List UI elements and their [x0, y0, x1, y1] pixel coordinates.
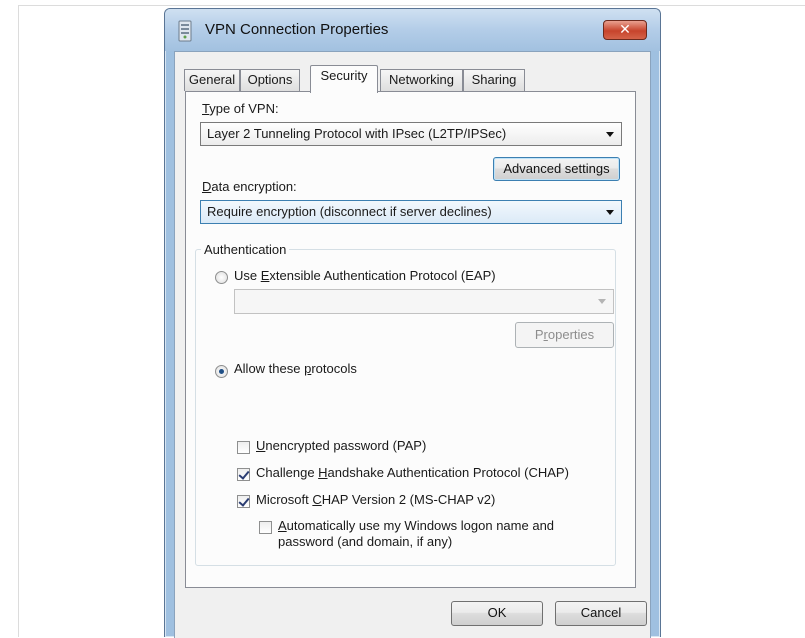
data-encryption-select[interactable]: Require encryption (disconnect if server…: [200, 200, 622, 224]
vpn-connection-icon: [178, 20, 192, 42]
dialog-client-area: General Options Security Networking Shar…: [174, 51, 651, 638]
data-encryption-label: Data encryption:: [202, 179, 297, 194]
ms-chap-v2-label[interactable]: Microsoft CHAP Version 2 (MS-CHAP v2): [256, 492, 495, 507]
tab-networking[interactable]: Networking: [380, 69, 463, 91]
radio-selected-dot: [219, 369, 224, 374]
pap-label[interactable]: Unencrypted password (PAP): [256, 438, 426, 453]
dialog-title: VPN Connection Properties: [205, 21, 389, 38]
advanced-settings-button[interactable]: Advanced settings: [493, 157, 620, 181]
checkmark-icon: [238, 495, 250, 507]
screenshot-border-top: [18, 5, 805, 6]
pap-checkbox[interactable]: [237, 441, 250, 454]
authentication-group-title: Authentication: [201, 242, 290, 257]
eap-option-label[interactable]: Use Extensible Authentication Protocol (…: [234, 268, 496, 283]
cancel-button[interactable]: Cancel: [555, 601, 647, 626]
chevron-down-icon: [606, 210, 614, 215]
auto-logon-checkbox[interactable]: [259, 521, 272, 534]
checkmark-icon: [238, 468, 250, 480]
tab-options[interactable]: Options: [240, 69, 300, 91]
chap-label[interactable]: Challenge Handshake Authentication Proto…: [256, 465, 569, 480]
close-button[interactable]: ✕: [603, 20, 647, 40]
eap-method-select[interactable]: [234, 289, 614, 314]
tab-general[interactable]: General: [184, 69, 240, 91]
vpn-type-label: Type of VPN:: [202, 101, 279, 116]
auto-logon-label-line1[interactable]: Automatically use my Windows logon name …: [278, 518, 554, 533]
vpn-type-value: Layer 2 Tunneling Protocol with IPsec (L…: [207, 126, 507, 141]
chevron-down-icon: [598, 299, 606, 304]
tab-security[interactable]: Security: [310, 65, 378, 93]
tab-sharing[interactable]: Sharing: [463, 69, 525, 91]
eap-radio[interactable]: [215, 271, 228, 284]
close-icon: ✕: [619, 21, 631, 37]
data-encryption-value: Require encryption (disconnect if server…: [207, 204, 492, 219]
properties-button[interactable]: Properties: [515, 322, 614, 348]
title-bar[interactable]: VPN Connection Properties ✕: [165, 9, 660, 51]
screenshot-border-left: [18, 5, 19, 637]
vpn-type-select[interactable]: Layer 2 Tunneling Protocol with IPsec (L…: [200, 122, 622, 146]
ok-button[interactable]: OK: [451, 601, 543, 626]
vpn-properties-dialog: VPN Connection Properties ✕ General Opti…: [164, 8, 661, 638]
allow-protocols-radio[interactable]: [215, 365, 228, 378]
ms-chap-v2-checkbox[interactable]: [237, 495, 250, 508]
allow-protocols-label[interactable]: Allow these protocols: [234, 361, 357, 376]
auto-logon-label-line2[interactable]: password (and domain, if any): [278, 534, 452, 549]
chap-checkbox[interactable]: [237, 468, 250, 481]
chevron-down-icon: [606, 132, 614, 137]
